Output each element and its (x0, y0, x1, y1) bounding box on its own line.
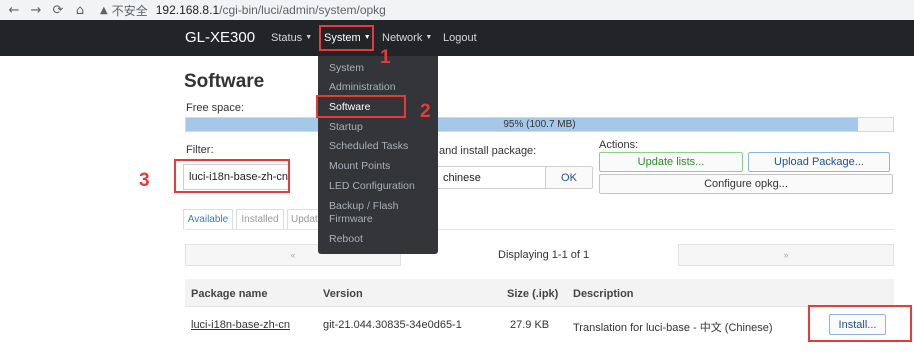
configure-opkg-button[interactable]: Configure opkg... (599, 174, 893, 194)
tabs-divider (185, 229, 894, 230)
menu-item-backup-flash[interactable]: Backup / Flash (329, 200, 398, 213)
annotation-box-software (316, 95, 406, 118)
insecure-label: 不安全 (111, 3, 148, 18)
url-host: 192.168.8.1 (155, 3, 220, 17)
annotation-box-filter (174, 159, 290, 193)
menu-item-led-configuration[interactable]: LED Configuration (329, 180, 415, 193)
free-space-label: Free space: (186, 102, 245, 114)
annotation-box-install (808, 305, 912, 342)
annotation-number-1: 1 (380, 47, 391, 68)
nav-status[interactable]: Status ▼ (271, 32, 312, 44)
back-icon[interactable]: ← (6, 2, 22, 18)
ok-button[interactable]: OK (545, 166, 593, 189)
nav-network[interactable]: Network ▼ (382, 32, 432, 44)
top-navbar: GL-XE300 Status ▼ System ▼ Network ▼ Logout (0, 20, 914, 56)
column-description: Description (573, 288, 634, 300)
column-size: Size (.ipk) (507, 288, 559, 300)
column-version: Version (323, 288, 363, 300)
pager-next-button[interactable]: » (678, 244, 894, 266)
nav-logout[interactable]: Logout (443, 32, 477, 44)
annotation-number-3: 3 (139, 170, 150, 191)
column-package-name: Package name (191, 288, 268, 300)
menu-item-scheduled-tasks[interactable]: Scheduled Tasks (329, 140, 408, 153)
package-version: git-21.044.30835-34e0d65-1 (323, 319, 462, 331)
menu-item-system[interactable]: System (329, 62, 364, 75)
address-bar[interactable]: ▲ 不安全 192.168.8.1/cgi-bin/luci/admin/sys… (100, 2, 386, 19)
url-path: /cgi-bin/luci/admin/system/opkg (219, 3, 386, 17)
system-dropdown-menu: System Administration Software Startup S… (318, 56, 438, 254)
menu-item-mount-points[interactable]: Mount Points (329, 160, 390, 173)
menu-item-firmware[interactable]: Firmware (329, 213, 373, 226)
menu-item-administration[interactable]: Administration (329, 81, 396, 94)
page-title: Software (184, 71, 265, 92)
tab-installed[interactable]: Installed (236, 209, 284, 229)
nav-network-label: Network (382, 32, 423, 44)
browser-toolbar: ← → ⟳ ⌂ ▲ 不安全 192.168.8.1/cgi-bin/luci/a… (0, 0, 914, 20)
annotation-number-2: 2 (420, 101, 431, 122)
pager-status: Displaying 1-1 of 1 (498, 249, 590, 261)
filter-label: Filter: (186, 144, 214, 156)
home-icon[interactable]: ⌂ (72, 2, 88, 18)
free-space-text: 95% (100.7 MB) (503, 119, 576, 130)
brand-logo[interactable]: GL-XE300 (185, 29, 255, 46)
download-label: and install package: (439, 145, 537, 157)
menu-item-startup[interactable]: Startup (329, 121, 363, 134)
download-input[interactable]: chinese (437, 166, 546, 189)
caret-down-icon: ▼ (305, 34, 313, 41)
warning-icon: ▲ (100, 4, 108, 16)
caret-down-icon: ▼ (425, 34, 433, 41)
upload-package-button[interactable]: Upload Package... (748, 152, 890, 172)
actions-label: Actions: (599, 139, 639, 151)
package-name-link[interactable]: luci-i18n-base-zh-cn (191, 319, 290, 331)
nav-status-label: Status (271, 32, 303, 44)
annotation-box-system (319, 25, 374, 51)
reload-icon[interactable]: ⟳ (50, 2, 66, 18)
package-size: 27.9 KB (510, 319, 550, 331)
package-description: Translation for luci-base - 中文 (Chinese) (573, 322, 773, 334)
menu-item-reboot[interactable]: Reboot (329, 233, 363, 246)
forward-icon[interactable]: → (28, 2, 44, 18)
tab-updates[interactable]: Updat (287, 209, 319, 229)
update-lists-button[interactable]: Update lists... (599, 152, 743, 172)
tab-available[interactable]: Available (183, 209, 233, 229)
free-space-bar: 95% (100.7 MB) (185, 117, 894, 132)
